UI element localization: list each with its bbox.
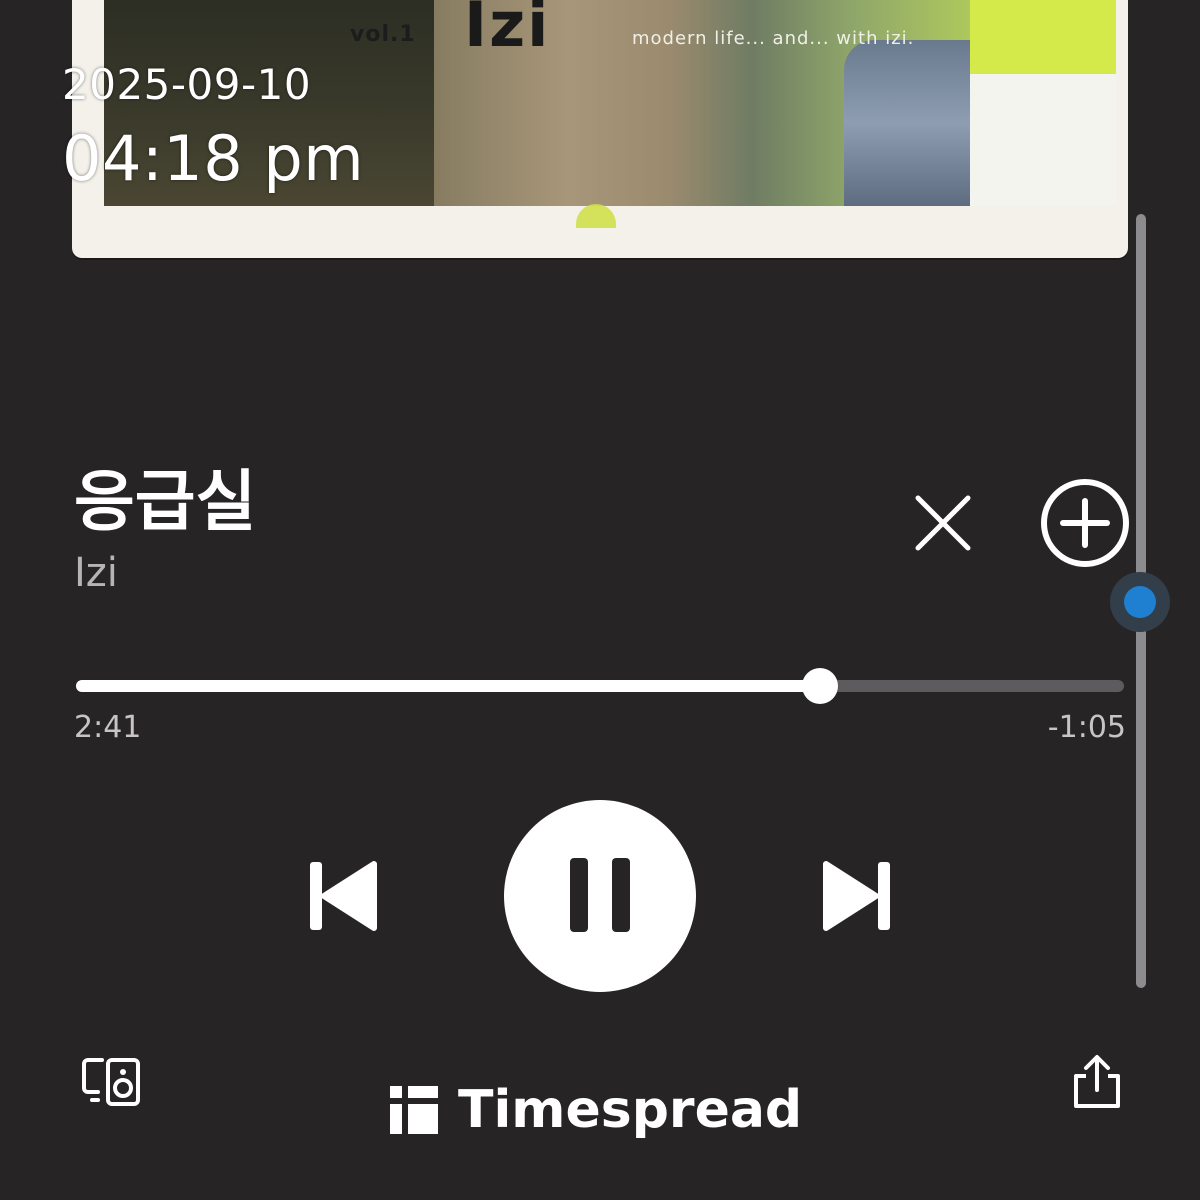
next-button[interactable]	[822, 856, 894, 936]
devices-icon	[82, 1058, 140, 1106]
album-vol-label: vol.1	[350, 22, 416, 47]
add-to-library-button[interactable]	[1038, 476, 1132, 570]
scrollbar-thumb[interactable]	[1124, 586, 1156, 618]
album-tagline: modern life... and... with izi.	[632, 28, 915, 49]
progress-thumb[interactable]	[802, 668, 839, 704]
progress-slider[interactable]	[76, 668, 1124, 704]
previous-button[interactable]	[306, 856, 378, 936]
remaining-time: -1:05	[1047, 710, 1126, 745]
progress-fill	[76, 680, 821, 692]
plus-circle-icon	[1041, 479, 1129, 567]
close-icon	[915, 495, 971, 551]
share-icon	[1074, 1055, 1120, 1108]
elapsed-time: 2:41	[74, 710, 142, 745]
timestamp-time: 04:18 pm	[62, 122, 365, 195]
timespread-logo-icon	[390, 1086, 438, 1134]
track-title: 응급실	[74, 463, 257, 540]
pause-button[interactable]	[504, 800, 696, 992]
pause-icon	[570, 858, 630, 932]
watermark: Timespread	[390, 1080, 802, 1140]
remove-button[interactable]	[908, 488, 978, 558]
devices-button[interactable]	[80, 1054, 144, 1110]
album-art-dot	[576, 204, 616, 228]
skip-next-icon	[823, 861, 890, 931]
album-title-text: Izi	[464, 0, 551, 61]
watermark-text: Timespread	[458, 1080, 803, 1140]
timestamp-date: 2025-09-10	[62, 60, 312, 109]
skip-previous-icon	[310, 861, 377, 931]
share-button[interactable]	[1068, 1052, 1126, 1112]
track-artist[interactable]: Izi	[74, 550, 118, 596]
